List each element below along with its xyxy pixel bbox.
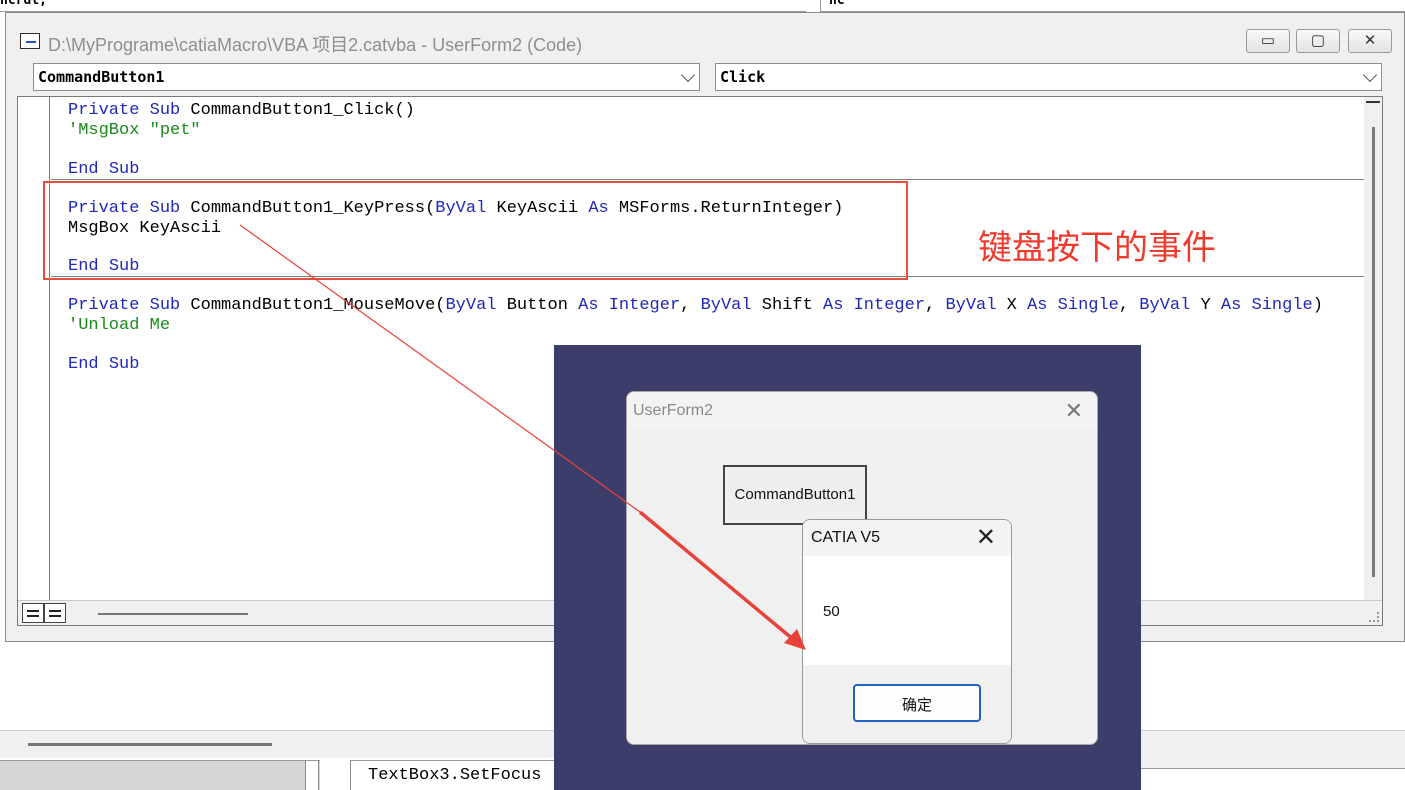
- window-titlebar[interactable]: D:\MyPrograme\catiaMacro\VBA 项目2.catvba …: [6, 13, 1404, 57]
- keyword: Sub: [149, 296, 181, 315]
- code-line[interactable]: End Sub: [68, 355, 139, 375]
- keyword: As: [1027, 296, 1048, 315]
- keyword: End: [68, 160, 99, 179]
- message-box-titlebar[interactable]: CATIA V5 ✕: [803, 520, 1011, 556]
- keyword: Private: [68, 296, 140, 315]
- message-box: CATIA V5 ✕ 50 确定: [802, 519, 1012, 744]
- annotation-label: 键盘按下的事件: [978, 228, 1216, 268]
- chevron-down-icon: [680, 67, 696, 83]
- keyword: Sub: [108, 160, 140, 179]
- code-line[interactable]: 'MsgBox "pet": [68, 121, 201, 141]
- minimize-button[interactable]: ▭: [1246, 29, 1290, 53]
- background-pane: [0, 760, 320, 790]
- keyword: As: [1220, 296, 1242, 315]
- command-button-1[interactable]: CommandButton1: [723, 465, 867, 525]
- keyword: Sub: [149, 101, 181, 120]
- keyword: Single: [1241, 296, 1313, 315]
- code-text: Y: [1190, 296, 1221, 315]
- procedure-view-button[interactable]: [22, 603, 44, 623]
- keyword: Integer: [843, 296, 926, 315]
- message-box-title: CATIA V5: [811, 529, 881, 546]
- background-scrollbar: [28, 743, 272, 746]
- ok-button[interactable]: 确定: [853, 684, 981, 722]
- maximize-icon: ▢: [1310, 32, 1326, 49]
- background-scrollbar-area: [0, 730, 560, 758]
- userform-title: UserForm2: [633, 402, 714, 419]
- keyword: ByVal: [445, 296, 497, 315]
- keyword: Single: [1047, 296, 1119, 315]
- background-code-pane-right: nc: [820, 0, 1405, 12]
- background-code-pane: TextBox3.SetFocus: [350, 760, 555, 790]
- chevron-down-icon: [1362, 67, 1378, 83]
- horizontal-scrollbar[interactable]: [98, 613, 248, 615]
- maximize-button[interactable]: ▢: [1296, 29, 1340, 53]
- background-pane-right: [1141, 730, 1405, 768]
- margin-indicator-bar[interactable]: [18, 97, 50, 602]
- code-text: ,: [925, 296, 946, 315]
- vertical-scrollbar[interactable]: [1364, 97, 1382, 602]
- background-gutter: [305, 761, 319, 790]
- scrollbar-track[interactable]: [1372, 127, 1375, 577]
- keyword: As: [578, 296, 599, 315]
- keyword: Private: [68, 101, 140, 120]
- userform-titlebar[interactable]: UserForm2 ✕: [627, 392, 1097, 430]
- keyword: Integer: [598, 296, 681, 315]
- window-title: D:\MyPrograme\catiaMacro\VBA 项目2.catvba …: [48, 35, 583, 55]
- background-code-text: ncrdl;: [0, 0, 47, 8]
- code-text: ): [1312, 296, 1323, 315]
- code-line[interactable]: Private Sub CommandButton1_MouseMove(ByV…: [68, 296, 1323, 316]
- runtime-screenshot: UserForm2 ✕ CommandButton1 CATIA V5 ✕ 50…: [554, 345, 1141, 790]
- background-pane-right-lower: [1141, 768, 1405, 790]
- code-text: ,: [680, 296, 701, 315]
- message-box-text: 50: [823, 603, 840, 620]
- close-icon[interactable]: ✕: [1065, 398, 1083, 424]
- keyword: End: [68, 355, 99, 374]
- annotation-highlight-box: [43, 181, 908, 280]
- keyword: ByVal: [1139, 296, 1191, 315]
- close-icon: ✕: [1363, 32, 1377, 49]
- code-text: Button: [496, 296, 579, 315]
- procedure-separator: [51, 179, 1364, 180]
- code-line[interactable]: Private Sub CommandButton1_Click(): [68, 101, 415, 121]
- resize-grip[interactable]: [1369, 612, 1379, 622]
- split-bar[interactable]: [1366, 101, 1380, 105]
- keyword: ByVal: [700, 296, 752, 315]
- object-dropdown[interactable]: CommandButton1: [33, 63, 700, 91]
- background-code-text: nc: [829, 0, 845, 8]
- background-code-pane-left: ncrdl;: [0, 0, 806, 12]
- procedure-dropdown-value: Click: [720, 68, 766, 86]
- keyword: Sub: [108, 355, 140, 374]
- code-text: CommandButton1_Click(): [180, 101, 415, 120]
- screenshot-root: ncrdl; nc D:\MyPrograme\catiaMacro\VBA 项…: [0, 0, 1405, 790]
- code-window-icon: [20, 33, 40, 49]
- object-dropdown-value: CommandButton1: [38, 68, 165, 86]
- code-text: CommandButton1_MouseMove(: [180, 296, 446, 315]
- close-icon[interactable]: ✕: [976, 523, 996, 552]
- procedure-dropdown[interactable]: Click: [715, 63, 1382, 91]
- full-module-view-button[interactable]: [44, 603, 66, 623]
- keyword: ByVal: [945, 296, 997, 315]
- background-code-text: TextBox3.SetFocus: [368, 766, 542, 785]
- keyword: As: [823, 296, 844, 315]
- close-button[interactable]: ✕: [1348, 29, 1392, 53]
- command-button-label: CommandButton1: [734, 486, 856, 503]
- code-line[interactable]: End Sub: [68, 160, 139, 180]
- code-line[interactable]: 'Unload Me: [68, 316, 170, 336]
- code-text: ,: [1118, 296, 1140, 315]
- code-text: X: [996, 296, 1028, 315]
- ok-button-label: 确定: [901, 697, 932, 714]
- code-text: Shift: [751, 296, 823, 315]
- message-box-footer: 确定: [803, 665, 1011, 743]
- minimize-icon: ▭: [1260, 32, 1276, 49]
